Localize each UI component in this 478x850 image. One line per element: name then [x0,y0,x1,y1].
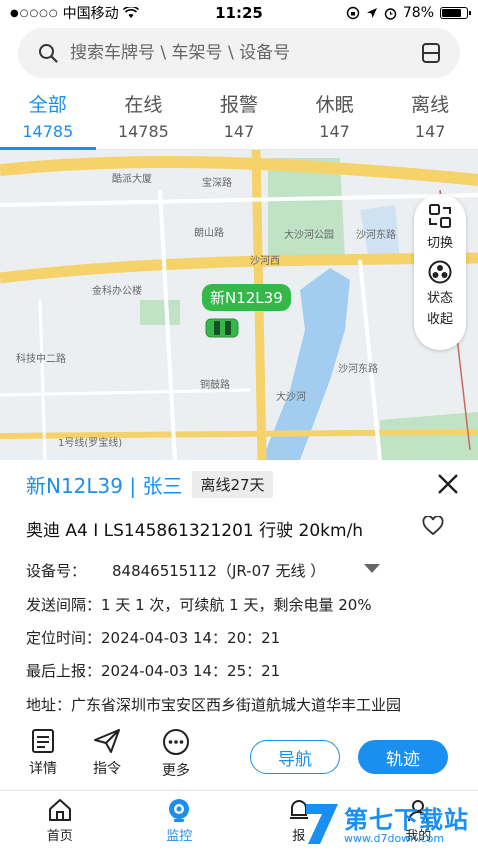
more-label: 更多 [162,763,190,779]
status-label: 状态 [426,291,453,306]
map-label: 大沙河公园 [284,230,334,241]
more-button[interactable]: 更多 [151,728,201,780]
tab-count: 147 [223,122,255,141]
map-label: 科技中二路 [16,354,66,365]
locate-time-row: 定位时间：2024-04-03 14：20：21 [26,627,280,648]
vehicle-title: 新N12L39 | 张三 [26,474,183,498]
carrier-label: 中国移动 [62,6,119,22]
interval-label: 发送间隔： [26,596,102,614]
status-collapse-button[interactable]: 状态 收起 [427,259,453,327]
interval-value: 1 天 1 次，可续航 1 天，剩余电量 20% [101,596,372,614]
home-icon [48,799,71,821]
vehicle-info-panel: 新N12L39 | 张三 离线27天 奥迪 A4 I LS14586132120… [0,460,478,790]
map-label: 沙河西 [250,256,280,267]
battery-level [442,9,461,17]
tab-all[interactable]: 全部 14785 [0,86,96,150]
device-dropdown-icon[interactable] [364,564,380,573]
detail-label: 详情 [29,761,57,777]
alarm-clock-icon [384,7,397,20]
tab-offline[interactable]: 离线 147 [382,86,478,149]
monitor-icon [169,799,190,822]
signal-icon: ●○○○○ [10,7,59,19]
command-button[interactable]: 指令 [82,728,132,778]
search-bar [18,28,460,78]
status-badge: 离线27天 [192,471,273,498]
navigate-button[interactable]: 导航 [250,740,340,774]
tab-count: 147 [414,122,446,141]
tab-label: 离线 [411,94,450,116]
map-view[interactable]: 酷派大厦 宝深路 朗山路 大沙河公园 沙河西 金科办公楼 沙河东路 科技中二路 … [0,150,478,460]
map-label: 酷派大厦 [112,174,152,185]
lock-rotation-icon [346,6,360,20]
panel-actions: 详情 指令 更多 导航 轨迹 [0,728,478,790]
nav-home[interactable]: 首页 [0,791,120,850]
last-report-label: 最后上报： [26,662,102,680]
watermark-text: 第七下载站 [344,806,469,834]
collapse-label: 收起 [426,312,453,327]
tab-label: 全部 [28,94,67,116]
nav-label: 首页 [46,829,73,844]
location-arrow-icon [366,8,377,18]
nav-monitor[interactable]: 监控 [120,791,240,850]
tab-online[interactable]: 在线 14785 [96,86,192,149]
search-input[interactable] [70,43,420,63]
switch-label: 切换 [426,236,453,251]
tab-label: 报警 [219,94,258,116]
last-report-value: 2024-04-03 14：25：21 [101,662,281,680]
watermark-logo-icon [306,804,338,844]
device-row: 设备号： 84846515112（JR-07 无线 ） [26,560,325,581]
tab-count: 14785 [117,122,169,141]
scan-icon[interactable] [420,42,442,64]
locate-time-label: 定位时间： [26,629,102,647]
address-label: 地址： [26,696,72,714]
map-label: 宝深路 [202,178,232,189]
detail-button[interactable]: 详情 [18,728,68,778]
site-watermark: 第七下载站 www.d7down.com [300,796,478,850]
wifi-icon [122,7,139,18]
car-icon[interactable] [205,317,239,339]
locate-time-value: 2024-04-03 14：20：21 [101,629,281,647]
map-label: 大沙河 [276,392,306,403]
device-label: 设备号： [26,562,87,580]
watermark-url: www.d7down.com [344,832,445,845]
vehicle-plate-marker[interactable]: 新N12L39 [202,284,291,311]
map-label: 沙河东路 [356,230,396,241]
address-row: 地址：广东省深圳市宝安区西乡街道航城大道华丰工业园 [26,694,401,715]
map-label: 沙河东路 [338,364,378,375]
search-icon[interactable] [38,43,58,63]
map-controls: 切换 状态 收起 [414,194,466,350]
track-button[interactable]: 轨迹 [358,740,448,774]
switch-map-button[interactable]: 切换 [426,202,454,251]
command-label: 指令 [93,761,121,777]
tab-count: 14785 [22,122,74,141]
battery-icon [440,7,471,19]
status-tabs: 全部 14785 在线 14785 报警 147 休眠 147 离线 147 [0,86,478,150]
battery-percent: 78% [402,5,434,21]
close-icon[interactable] [434,470,462,498]
interval-row: 发送间隔：1 天 1 次，可续航 1 天，剩余电量 20% [26,594,372,615]
status-bar: ●○○○○ 中国移动 11:25 78% [0,0,478,26]
tab-count: 147 [319,122,350,141]
detail-icon [32,729,54,753]
nav-label: 监控 [166,829,193,844]
map-label: 1号线(罗宝线) [58,438,123,449]
map-label: 朗山路 [194,228,224,239]
map-label: 金科办公楼 [92,286,142,297]
more-icon [163,729,189,755]
tab-label: 休眠 [315,94,354,116]
heart-icon[interactable] [422,516,444,536]
address-value: 广东省深圳市宝安区西乡街道航城大道华丰工业园 [71,696,402,714]
send-icon [94,729,120,753]
vehicle-summary: 奥迪 A4 I LS145861321201 行驶 20km/h [26,521,364,541]
last-report-row: 最后上报：2024-04-03 14：25：21 [26,660,280,681]
tab-sleep[interactable]: 休眠 147 [287,86,383,149]
map-label: 铜鼓路 [200,380,230,391]
tab-label: 在线 [124,94,163,116]
device-value: 84846515112（JR-07 无线 ） [112,562,326,580]
status-icon [428,260,452,284]
switch-icon [429,204,451,228]
tab-alarm[interactable]: 报警 147 [191,86,287,149]
